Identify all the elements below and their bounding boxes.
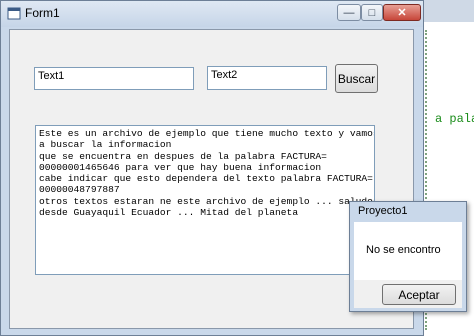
message-text: No se encontro: [366, 244, 441, 256]
minimize-button[interactable]: —: [337, 4, 361, 21]
text2-value: Text2: [211, 69, 238, 81]
text1-input[interactable]: Text1: [34, 67, 194, 90]
form1-titlebar[interactable]: Form1 — □ ✕: [1, 1, 423, 27]
memo-line: a buscar la informacion: [39, 139, 172, 151]
search-button[interactable]: Buscar: [335, 64, 378, 93]
window-title: Form1: [25, 6, 60, 20]
memo-line: que se encuentra en despues de la palabr…: [39, 150, 327, 162]
message-box-footer: Aceptar: [354, 280, 462, 308]
editor-toolbar-strip: [421, 0, 474, 22]
memo-line: Este es un archivo de ejemplo que tiene …: [39, 128, 375, 139]
message-box-title: Proyecto1: [358, 205, 408, 217]
close-button[interactable]: ✕: [383, 4, 421, 21]
text1-value: Text1: [38, 70, 65, 82]
memo-line: 00000001465646 para ver que hay buena in…: [39, 161, 322, 173]
close-icon: ✕: [397, 7, 407, 19]
editor-code-fragment: a palabr: [435, 112, 474, 126]
memo-line: cabe indicar que esto dependera del text…: [39, 173, 373, 185]
message-box: Proyecto1 No se encontro Aceptar: [349, 201, 467, 312]
maximize-icon: □: [368, 6, 376, 19]
message-box-body: No se encontro: [354, 222, 462, 280]
memo-textarea[interactable]: Este es un archivo de ejemplo que tiene …: [35, 125, 375, 275]
form-icon: [7, 7, 21, 20]
accept-button[interactable]: Aceptar: [382, 284, 456, 305]
memo-line: desde Guayaquil Ecuador ... Mitad del pl…: [39, 207, 299, 219]
minimize-icon: —: [343, 6, 355, 19]
memo-line: otros textos estaran ne este archivo de …: [39, 195, 375, 207]
maximize-button[interactable]: □: [361, 4, 383, 21]
memo-line: 00000048797887: [39, 184, 120, 196]
text2-input[interactable]: Text2: [207, 66, 327, 90]
